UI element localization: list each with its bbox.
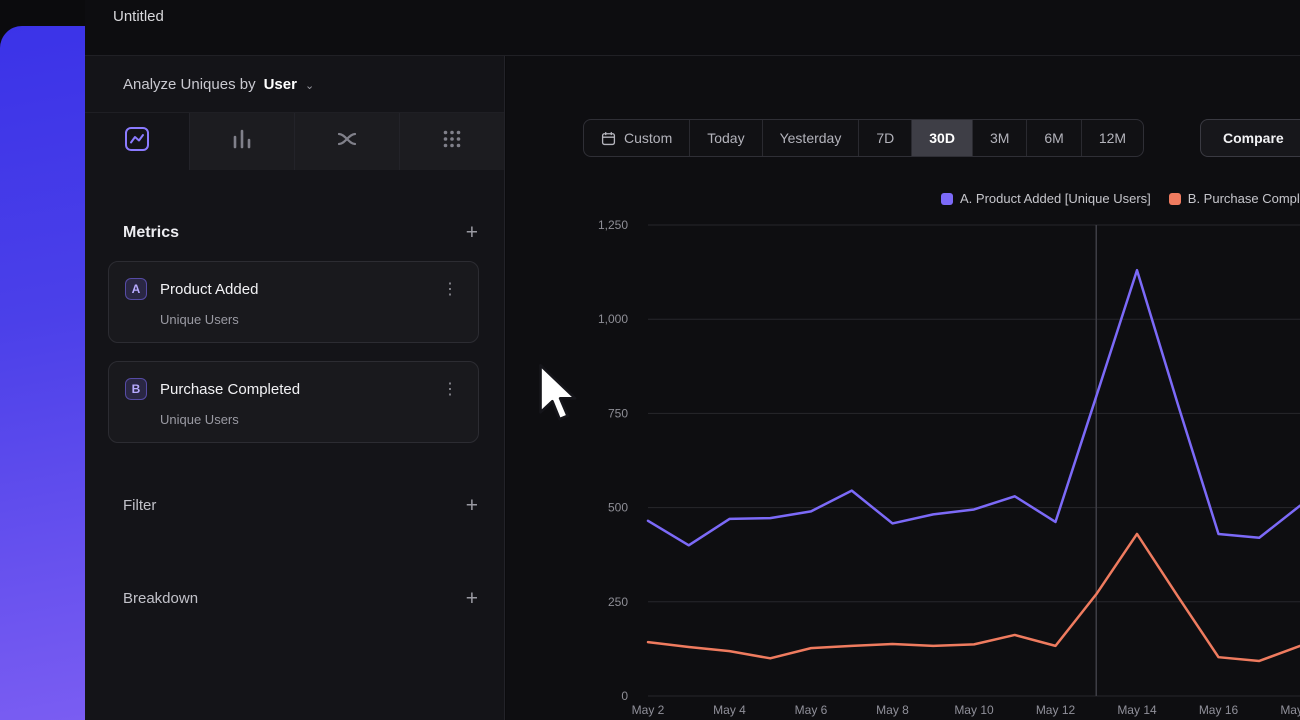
- metrics-title: Metrics: [123, 224, 179, 242]
- analyze-label: Analyze Uniques by: [123, 76, 256, 93]
- analyze-row: Analyze Uniques by User ⌄: [85, 56, 504, 113]
- filter-label: Filter: [123, 497, 156, 514]
- metric-count-type[interactable]: Unique Users: [160, 412, 462, 427]
- chevron-down-icon: ⌄: [305, 79, 314, 92]
- metric-count-type[interactable]: Unique Users: [160, 312, 462, 327]
- add-metric-button[interactable]: +: [466, 222, 478, 243]
- filter-section: Filter +: [123, 495, 478, 516]
- series-line-a: [648, 270, 1300, 545]
- flow-icon: [335, 127, 359, 156]
- y-axis-label: 0: [621, 689, 628, 703]
- tab-line-chart[interactable]: [85, 113, 189, 170]
- metric-grid-icon: [440, 127, 464, 156]
- line-chart-icon: [124, 126, 150, 157]
- tab-flow[interactable]: [294, 113, 399, 170]
- x-axis-label: May 18: [1280, 703, 1300, 717]
- breakdown-section: Breakdown +: [123, 588, 478, 609]
- app-window: Untitled Analyze Uniques by User ⌄: [0, 0, 1300, 720]
- analyze-by-dropdown[interactable]: User: [264, 76, 297, 93]
- metric-name: Purchase Completed: [160, 381, 438, 398]
- y-axis-label: 1,250: [598, 218, 628, 232]
- kebab-menu-icon[interactable]: ⋮: [438, 279, 462, 299]
- tab-bar-chart[interactable]: [189, 113, 294, 170]
- x-axis-label: May 12: [1036, 703, 1076, 717]
- y-axis-label: 750: [608, 406, 628, 420]
- add-breakdown-button[interactable]: +: [466, 588, 478, 609]
- series-line-b: [648, 534, 1300, 661]
- x-axis-label: May 2: [632, 703, 665, 717]
- y-axis-label: 250: [608, 595, 628, 609]
- left-gradient-rail: [0, 26, 85, 720]
- tab-metric-grid[interactable]: [399, 113, 504, 170]
- kebab-menu-icon[interactable]: ⋮: [438, 379, 462, 399]
- metrics-header: Metrics +: [123, 222, 478, 243]
- metric-card-b-top: B Purchase Completed ⋮: [125, 378, 462, 400]
- add-filter-button[interactable]: +: [466, 495, 478, 516]
- x-axis-label: May 14: [1117, 703, 1157, 717]
- report-title[interactable]: Untitled: [113, 8, 164, 25]
- bar-chart-icon: [230, 127, 254, 156]
- query-sidebar: Analyze Uniques by User ⌄: [85, 56, 505, 720]
- y-axis-label: 1,000: [598, 312, 628, 326]
- x-axis-label: May 10: [954, 703, 994, 717]
- metric-badge-a: A: [125, 278, 147, 300]
- metric-card-a-top: A Product Added ⋮: [125, 278, 462, 300]
- breakdown-label: Breakdown: [123, 590, 198, 607]
- metric-card-b[interactable]: B Purchase Completed ⋮ Unique Users: [108, 361, 479, 443]
- y-axis-label: 500: [608, 501, 628, 515]
- x-axis-label: May 16: [1199, 703, 1239, 717]
- metric-card-a[interactable]: A Product Added ⋮ Unique Users: [108, 261, 479, 343]
- x-axis-label: May 4: [713, 703, 746, 717]
- metric-badge-b: B: [125, 378, 147, 400]
- top-bar: Untitled: [85, 0, 1300, 56]
- x-axis-label: May 8: [876, 703, 909, 717]
- chart-panel: CustomTodayYesterday7D30D3M6M12M Compare…: [506, 56, 1300, 720]
- metric-name: Product Added: [160, 281, 438, 298]
- visualization-tabs: [85, 113, 504, 170]
- x-axis-label: May 6: [795, 703, 828, 717]
- trend-line-chart: 0 250 500 750 1,000 1,250 May 2 May 4 May 6 May 8…: [506, 56, 1300, 720]
